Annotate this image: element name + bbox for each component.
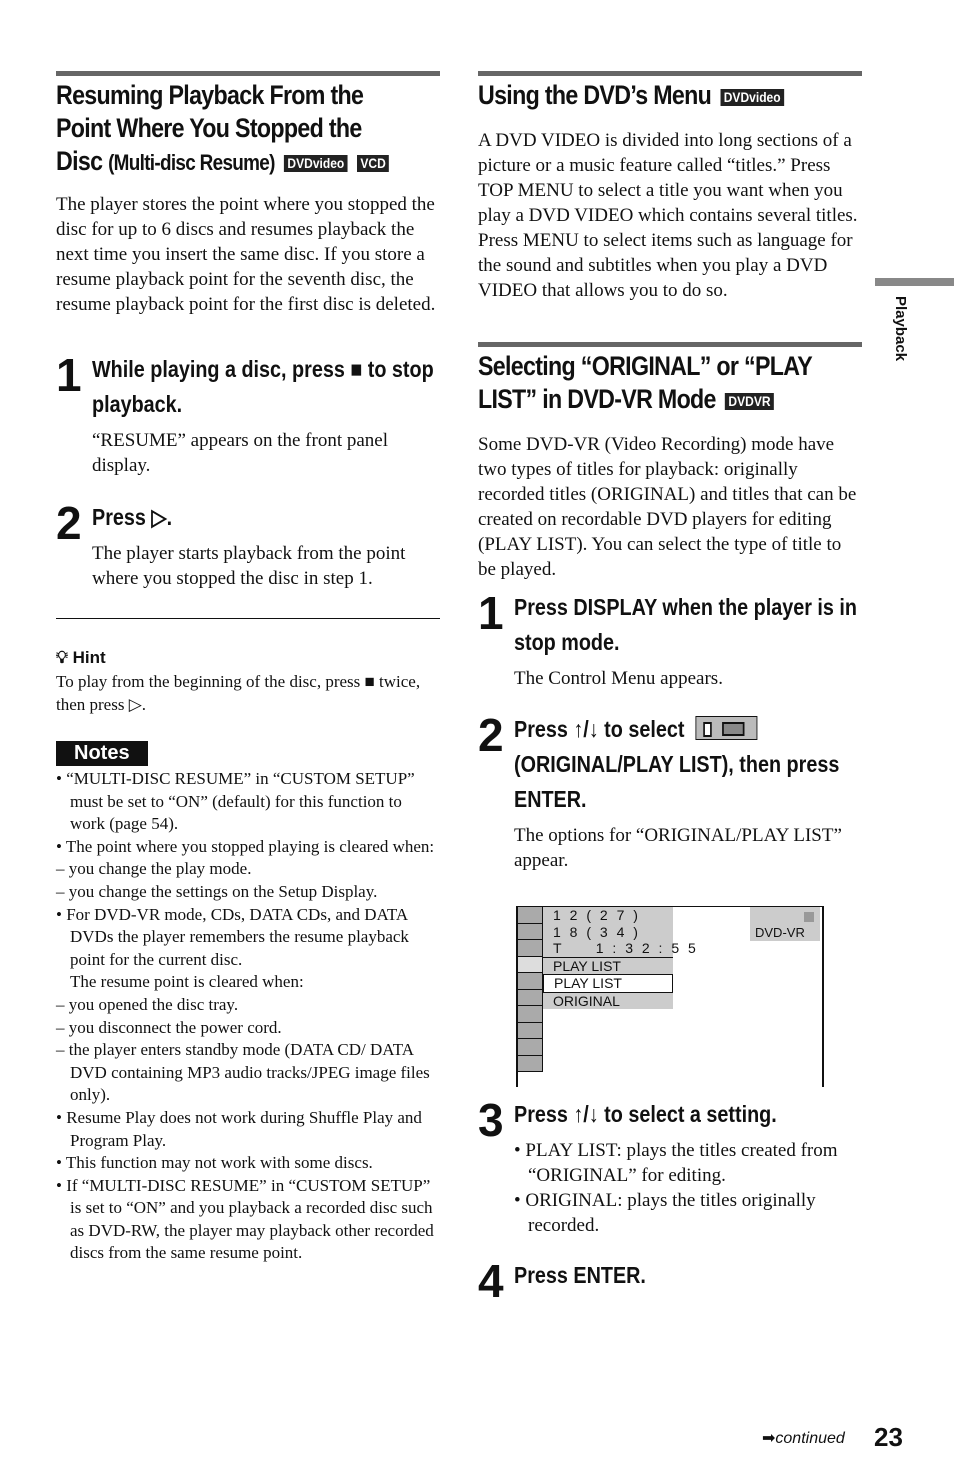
menu-icon-column (518, 907, 543, 1072)
step-number: 4 (478, 1255, 504, 1307)
dvd-vr-badge: DVDVR (724, 393, 775, 410)
step-body: The options for “ORIGINAL/PLAY LIST” app… (514, 825, 842, 871)
hint-text: To play from the beginning of the disc, … (56, 672, 421, 714)
hint-label: Hint (72, 648, 106, 667)
arrow-right-icon: ➡ (762, 1430, 776, 1447)
select-section: Selecting “ORIGINAL” or “PLAY LIST” in D… (478, 342, 862, 582)
note-item: • This function may not work with some d… (56, 1153, 373, 1173)
hint-box: 💡︎ Hint To play from the beginning of th… (56, 648, 440, 716)
menu-option[interactable]: ORIGINAL (543, 993, 673, 1010)
mode-indicator: DVD-VR (750, 907, 820, 941)
menu-row: 1 8 ( 3 4 ) (553, 923, 641, 940)
heading-line: Resuming Playback From the (56, 80, 364, 110)
step-number: 1 (56, 349, 82, 401)
original-playlist-icon (695, 716, 757, 740)
intro-text: The player stores the point where you st… (56, 194, 436, 315)
dvd-video-badge: DVDvideo (283, 155, 348, 172)
step-title: Press ↑/↓ to select a setting. (514, 1101, 777, 1127)
step-1: 1 While playing a disc, press ■ to stop … (56, 352, 440, 478)
step-number: 2 (56, 497, 82, 549)
notes-list: • “MULTI-DISC RESUME” in “CUSTOM SETUP” … (56, 768, 440, 1265)
notes-box: Notes • “MULTI-DISC RESUME” in “CUSTOM S… (56, 741, 440, 1265)
dvd-video-badge: DVDvideo (720, 89, 785, 106)
note-item: • Resume Play does not work during Shuff… (56, 1107, 422, 1150)
heading-line: Disc (56, 146, 103, 176)
menu-option-selected[interactable]: PLAY LIST (543, 974, 673, 993)
heading-line: Using the DVD’s Menu (478, 80, 712, 110)
note-item: • The point where you stopped playing is… (56, 836, 435, 856)
lightbulb-icon: 💡︎ (56, 648, 68, 667)
step-body: The player starts playback from the poin… (92, 543, 406, 589)
step-title: Press ▷. (92, 504, 173, 530)
side-tab (875, 278, 954, 286)
note-item: – you change the settings on the Setup D… (56, 881, 378, 901)
note-item: • If “MULTI-DISC RESUME” in “CUSTOM SETU… (56, 1175, 434, 1263)
step-2: 2 Press ↑/↓ to select (ORIGINAL/PLAY LIS… (478, 712, 862, 873)
step-3: 3 Press ↑/↓ to select a setting. • PLAY … (478, 1097, 862, 1238)
square-icon (804, 912, 814, 922)
continued-label: continued (775, 1430, 845, 1447)
step-number: 2 (478, 709, 504, 761)
menu-row: 1 2 ( 2 7 ) (553, 907, 641, 923)
heading-line: Selecting “ORIGINAL” or “PLAY (478, 351, 813, 381)
manual-page: Resuming Playback From the Point Where Y… (0, 0, 954, 1483)
notes-label: Notes (56, 741, 148, 766)
step-1: 1 Press DISPLAY when the player is in st… (478, 590, 862, 691)
step-number: 3 (478, 1094, 504, 1146)
left-column: Resuming Playback From the Point Where Y… (56, 71, 440, 317)
step-title: Press DISPLAY when the player is in stop… (514, 594, 857, 655)
step-title-part: (ORIGINAL/PLAY LIST), then press ENTER. (514, 751, 840, 812)
step-title-part: Press ↑/↓ to select (514, 716, 685, 742)
vcd-badge: VCD (356, 155, 390, 172)
step-number: 1 (478, 587, 504, 639)
mode-label: DVD-VR (755, 925, 805, 940)
note-item: – the player enters standby mode (DATA C… (56, 1040, 430, 1105)
note-item: – you change the play mode. (56, 859, 252, 879)
paragraph: A DVD VIDEO is divided into long section… (478, 130, 858, 226)
page-number: 23 (874, 1422, 903, 1452)
paragraph: Some DVD-VR (Video Recording) mode have … (478, 434, 857, 580)
section-heading-dvd-menu: Using the DVD’s Menu DVDvideo (478, 79, 861, 112)
note-item: • For DVD-VR mode, CDs, DATA CDs, and DA… (56, 904, 409, 969)
paragraph: Press MENU to select items such as langu… (478, 230, 853, 301)
note-item: – you disconnect the power cord. (56, 1017, 282, 1037)
section-heading-select: Selecting “ORIGINAL” or “PLAY LIST” in D… (478, 350, 861, 416)
side-tab-label: Playback (892, 296, 909, 362)
note-item: The resume point is cleared when: (70, 972, 304, 992)
heading-line: Point Where You Stopped the (56, 113, 362, 143)
menu-row: T 1 : 3 2 : 5 5 (543, 940, 696, 958)
note-item: – you opened the disc tray. (56, 994, 239, 1014)
divider (56, 618, 440, 619)
bullet: • PLAY LIST: plays the titles created fr… (514, 1140, 838, 1186)
note-item: • “MULTI-DISC RESUME” in “CUSTOM SETUP” … (56, 769, 415, 834)
bullet: • ORIGINAL: plays the titles originally … (514, 1190, 816, 1236)
menu-info: 1 2 ( 2 7 ) 1 8 ( 3 4 ) T 1 : 3 2 : 5 5 … (543, 907, 696, 1010)
heading-line: LIST” in DVD-VR Mode (478, 384, 716, 414)
step-title: Press ENTER. (514, 1262, 646, 1288)
step-body: “RESUME” appears on the front panel disp… (92, 430, 388, 476)
right-column: Using the DVD’s Menu DVDvideo A DVD VIDE… (478, 71, 862, 303)
step-2: 2 Press ▷. The player starts playback fr… (56, 500, 440, 591)
continued-note: ➡continued (762, 1428, 845, 1448)
heading-subtitle: (Multi-disc Resume) (108, 150, 275, 175)
step-4: 4 Press ENTER. (478, 1258, 862, 1304)
step-title: While playing a disc, press ■ to stop pl… (92, 356, 434, 417)
step-body: The Control Menu appears. (514, 668, 723, 689)
section-heading-resume: Resuming Playback From the Point Where Y… (56, 79, 439, 179)
control-menu-display: 1 2 ( 2 7 ) 1 8 ( 3 4 ) T 1 : 3 2 : 5 5 … (516, 906, 824, 1087)
menu-row: PLAY LIST (553, 957, 621, 974)
step-title: Press ↑/↓ to select (ORIGINAL/PLAY LIST)… (514, 712, 894, 817)
